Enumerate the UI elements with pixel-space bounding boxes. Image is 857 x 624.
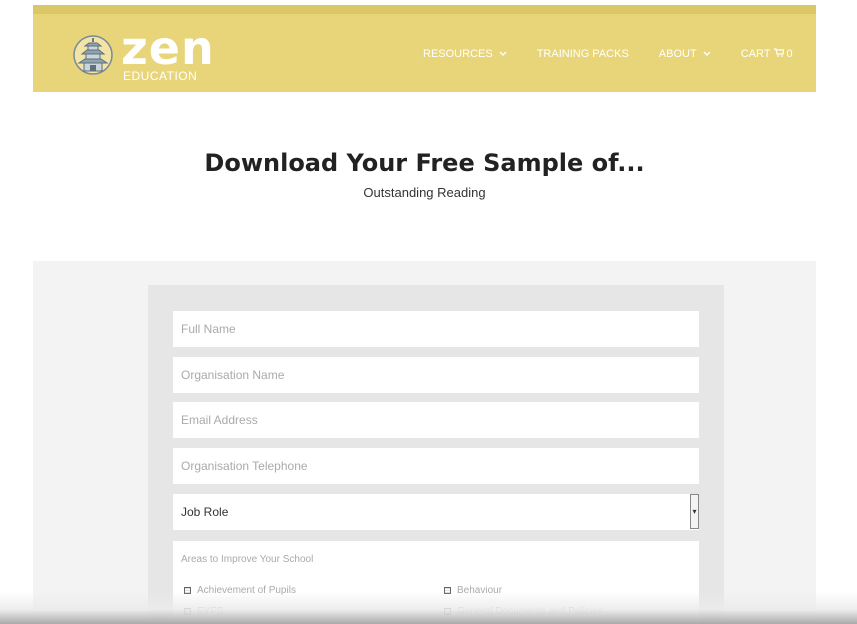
checkbox-box[interactable] <box>184 608 191 615</box>
sample-form: Full Name Organisation Name Email Addres… <box>148 285 724 624</box>
checkbox-box[interactable] <box>444 587 451 594</box>
full-name-field[interactable]: Full Name <box>173 311 699 347</box>
nav-item-label: ABOUT <box>658 48 697 60</box>
email-field[interactable]: Email Address <box>173 402 699 438</box>
main-nav: RESOURCES TRAINING PACKS ABOUT CART 0 <box>423 48 816 60</box>
checkbox-eyfs[interactable]: EYFS <box>184 606 223 617</box>
nav-item-label: CART <box>740 48 771 60</box>
logo-subtitle: EDUCATION <box>123 69 198 83</box>
cart-icon <box>774 48 786 60</box>
header-top-strip <box>33 5 816 14</box>
organisation-telephone-placeholder: Organisation Telephone <box>181 459 308 473</box>
job-role-select[interactable]: Job Role ▾ <box>173 494 699 530</box>
full-name-placeholder: Full Name <box>181 322 236 336</box>
logo-wordmark: zen <box>121 21 215 75</box>
logo[interactable]: zen EDUCATION <box>73 22 214 84</box>
checkbox-achievement-of-pupils[interactable]: Achievement of Pupils <box>184 585 296 596</box>
nav-item-about[interactable]: ABOUT <box>659 48 711 60</box>
cart-count: 0 <box>786 48 793 60</box>
dropdown-arrow-icon[interactable]: ▾ <box>690 494 699 529</box>
organisation-name-field[interactable]: Organisation Name <box>173 357 699 393</box>
page-title: Download Your Free Sample of... <box>204 149 645 177</box>
job-role-value: Job Role <box>181 505 229 519</box>
areas-to-improve-group: Areas to Improve Your School Achievement… <box>173 541 699 624</box>
chevron-down-icon <box>703 48 711 60</box>
checkbox-general-documents-and-policies[interactable]: General Documents and Policies <box>444 606 603 617</box>
nav-item-cart[interactable]: CART 0 <box>741 48 793 60</box>
checkbox-label: EYFS <box>197 606 224 617</box>
checkbox-label: Behaviour <box>457 585 503 596</box>
nav-item-resources[interactable]: RESOURCES <box>423 48 507 60</box>
areas-title: Areas to Improve Your School <box>181 554 314 565</box>
page: zen EDUCATION RESOURCES TRAINING PACKS A… <box>33 5 816 624</box>
checkbox-label: General Documents and Policies <box>457 606 603 617</box>
checkbox-behaviour[interactable]: Behaviour <box>444 585 502 596</box>
pagoda-icon <box>73 34 113 81</box>
checkbox-box[interactable] <box>184 587 191 594</box>
checkbox-label: Achievement of Pupils <box>197 585 296 596</box>
site-header: zen EDUCATION RESOURCES TRAINING PACKS A… <box>33 14 816 92</box>
organisation-telephone-field[interactable]: Organisation Telephone <box>173 448 699 484</box>
nav-item-label: TRAINING PACKS <box>536 48 629 60</box>
hero-section: Download Your Free Sample of... Outstand… <box>33 92 816 261</box>
email-placeholder: Email Address <box>181 413 258 427</box>
nav-item-training-packs[interactable]: TRAINING PACKS <box>537 48 629 60</box>
nav-item-label: RESOURCES <box>423 48 493 60</box>
checkbox-box[interactable] <box>444 608 451 615</box>
organisation-name-placeholder: Organisation Name <box>181 368 285 382</box>
chevron-down-icon <box>499 48 507 60</box>
page-subtitle: Outstanding Reading <box>363 185 486 200</box>
